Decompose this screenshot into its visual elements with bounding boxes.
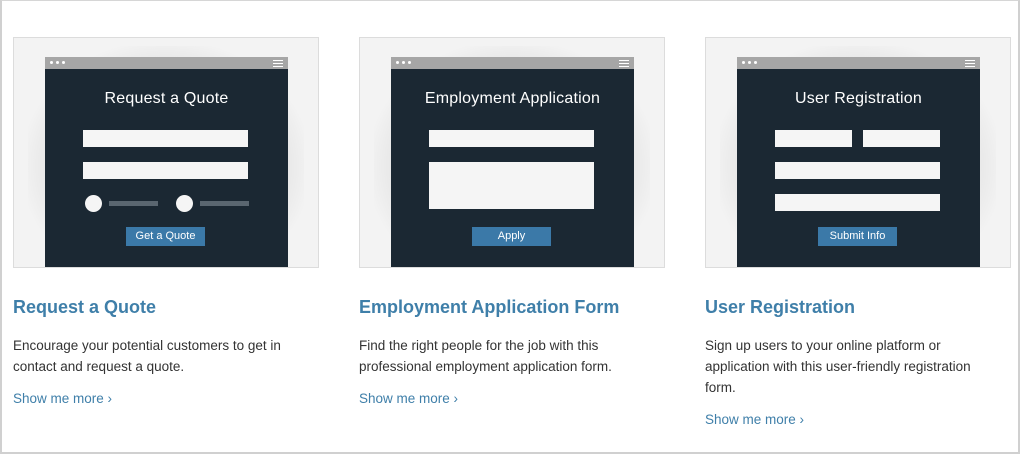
form-field-preview [775,130,852,147]
window-dots-icon [50,61,65,64]
form-preview-button: Apply [472,227,551,246]
card-description: Sign up users to your online platform or… [705,338,971,395]
card-title[interactable]: Employment Application Form [359,297,665,318]
radio-label-preview [109,201,158,206]
show-more-link[interactable]: Show me more › [359,391,458,406]
form-field-preview [429,130,594,147]
menu-icon [619,60,629,67]
window-dots-icon [742,61,757,64]
template-card-user-registration: User Registration Submit Info User Regis… [705,37,1011,429]
browser-mockup: User Registration Submit Info [737,57,980,267]
form-field-preview [83,130,248,147]
form-preview-title: Employment Application [424,90,601,107]
radio-label-preview [200,201,249,206]
browser-bar [391,57,634,69]
card-title[interactable]: User Registration [705,297,1011,318]
browser-bar [45,57,288,69]
form-field-preview [863,130,940,147]
show-more-link[interactable]: Show me more › [705,412,804,427]
textarea-preview [429,162,594,209]
form-field-preview [775,162,940,179]
form-preview-title: User Registration [794,90,922,107]
card-description: Encourage your potential customers to ge… [13,338,281,374]
card-title[interactable]: Request a Quote [13,297,319,318]
browser-bar [737,57,980,69]
template-card-request-quote: Request a Quote Get a Quote Request a Qu… [13,37,319,408]
radio-preview [85,195,102,212]
template-thumbnail[interactable]: User Registration Submit Info [705,37,1011,268]
template-thumbnail[interactable]: Request a Quote Get a Quote [13,37,319,268]
browser-mockup: Employment Application Apply [391,57,634,267]
form-preview-button: Get a Quote [126,227,205,246]
template-thumbnail[interactable]: Employment Application Apply [359,37,665,268]
show-more-link[interactable]: Show me more › [13,391,112,406]
window-dots-icon [396,61,411,64]
form-preview-button: Submit Info [818,227,897,246]
menu-icon [273,60,283,67]
form-preview-title: Request a Quote [104,90,229,107]
form-field-preview [83,162,248,179]
template-card-employment-application: Employment Application Apply Employment … [359,37,665,408]
radio-preview [176,195,193,212]
menu-icon [965,60,975,67]
browser-mockup: Request a Quote Get a Quote [45,57,288,267]
form-field-preview [775,194,940,211]
card-description: Find the right people for the job with t… [359,338,612,374]
